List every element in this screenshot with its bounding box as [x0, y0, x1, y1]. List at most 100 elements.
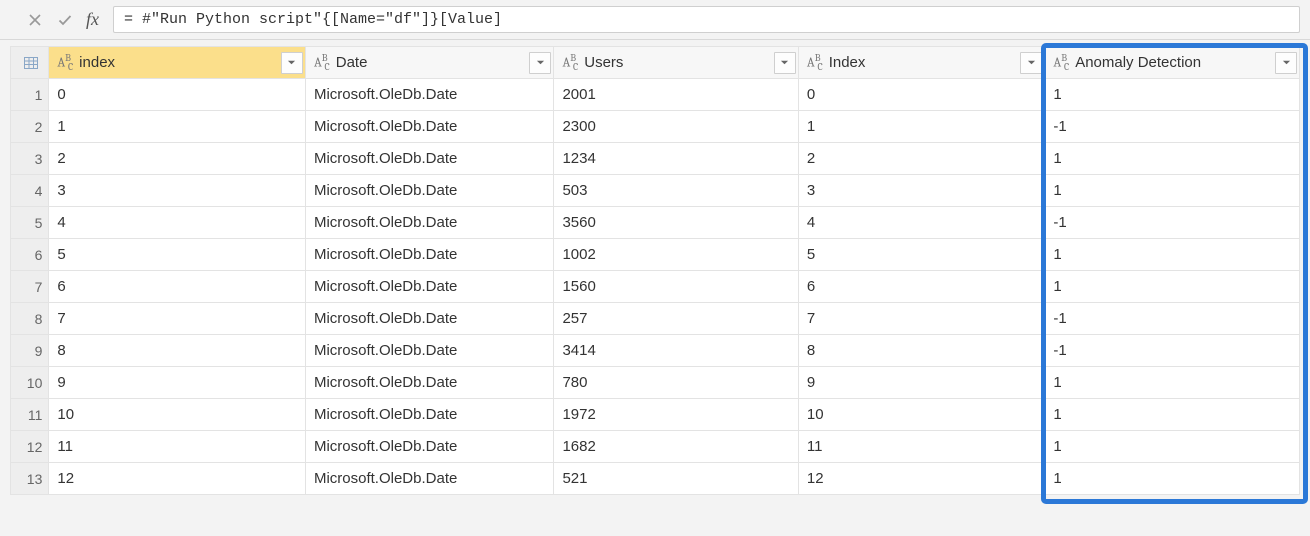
row-number[interactable]: 8	[11, 303, 49, 335]
cell-index_lc[interactable]: 2	[49, 143, 306, 175]
cell-users[interactable]: 780	[554, 367, 798, 399]
row-number[interactable]: 9	[11, 335, 49, 367]
table-row[interactable]: 65Microsoft.OleDb.Date100251	[11, 239, 1300, 271]
cell-index_lc[interactable]: 3	[49, 175, 306, 207]
cell-index_uc[interactable]: 0	[798, 79, 1044, 111]
cell-date[interactable]: Microsoft.OleDb.Date	[305, 239, 554, 271]
cell-users[interactable]: 1234	[554, 143, 798, 175]
cell-index_lc[interactable]: 10	[49, 399, 306, 431]
table-row[interactable]: 43Microsoft.OleDb.Date50331	[11, 175, 1300, 207]
cell-index_uc[interactable]: 4	[798, 207, 1044, 239]
column-header-index-cap[interactable]: ABC Index	[798, 47, 1044, 79]
formula-input[interactable]: = #"Run Python script"{[Name="df"]}[Valu…	[113, 6, 1300, 33]
column-header-date[interactable]: ABC Date	[305, 47, 554, 79]
cell-anomaly[interactable]: 1	[1045, 399, 1300, 431]
row-number[interactable]: 1	[11, 79, 49, 111]
column-filter-dropdown[interactable]	[529, 52, 551, 74]
table-row[interactable]: 109Microsoft.OleDb.Date78091	[11, 367, 1300, 399]
cell-users[interactable]: 1560	[554, 271, 798, 303]
column-filter-dropdown[interactable]	[1275, 52, 1297, 74]
cell-index_uc[interactable]: 3	[798, 175, 1044, 207]
column-filter-dropdown[interactable]	[1020, 52, 1042, 74]
cell-date[interactable]: Microsoft.OleDb.Date	[305, 463, 554, 495]
column-filter-dropdown[interactable]	[774, 52, 796, 74]
table-row[interactable]: 1110Microsoft.OleDb.Date1972101	[11, 399, 1300, 431]
table-row[interactable]: 76Microsoft.OleDb.Date156061	[11, 271, 1300, 303]
cell-index_uc[interactable]: 2	[798, 143, 1044, 175]
row-number[interactable]: 6	[11, 239, 49, 271]
table-corner[interactable]	[11, 47, 49, 79]
cell-users[interactable]: 3414	[554, 335, 798, 367]
row-number[interactable]: 10	[11, 367, 49, 399]
column-header-users[interactable]: ABC Users	[554, 47, 798, 79]
table-row[interactable]: 32Microsoft.OleDb.Date123421	[11, 143, 1300, 175]
row-number[interactable]: 4	[11, 175, 49, 207]
cell-date[interactable]: Microsoft.OleDb.Date	[305, 335, 554, 367]
cell-index_uc[interactable]: 11	[798, 431, 1044, 463]
row-number[interactable]: 12	[11, 431, 49, 463]
cell-anomaly[interactable]: -1	[1045, 111, 1300, 143]
table-row[interactable]: 1312Microsoft.OleDb.Date521121	[11, 463, 1300, 495]
cell-date[interactable]: Microsoft.OleDb.Date	[305, 431, 554, 463]
cell-index_uc[interactable]: 1	[798, 111, 1044, 143]
cell-index_uc[interactable]: 12	[798, 463, 1044, 495]
cell-index_uc[interactable]: 7	[798, 303, 1044, 335]
cell-date[interactable]: Microsoft.OleDb.Date	[305, 111, 554, 143]
row-number[interactable]: 2	[11, 111, 49, 143]
table-row[interactable]: 21Microsoft.OleDb.Date23001-1	[11, 111, 1300, 143]
cell-anomaly[interactable]: 1	[1045, 143, 1300, 175]
cell-date[interactable]: Microsoft.OleDb.Date	[305, 399, 554, 431]
cell-index_lc[interactable]: 11	[49, 431, 306, 463]
cell-users[interactable]: 1972	[554, 399, 798, 431]
cell-users[interactable]: 503	[554, 175, 798, 207]
cell-users[interactable]: 1682	[554, 431, 798, 463]
cell-index_uc[interactable]: 8	[798, 335, 1044, 367]
column-header-anomaly[interactable]: ABC Anomaly Detection	[1045, 47, 1300, 79]
cell-index_lc[interactable]: 0	[49, 79, 306, 111]
column-filter-dropdown[interactable]	[281, 52, 303, 74]
cell-index_uc[interactable]: 5	[798, 239, 1044, 271]
row-number[interactable]: 3	[11, 143, 49, 175]
cell-anomaly[interactable]: -1	[1045, 335, 1300, 367]
cell-anomaly[interactable]: 1	[1045, 367, 1300, 399]
cell-index_lc[interactable]: 5	[49, 239, 306, 271]
cell-anomaly[interactable]: 1	[1045, 271, 1300, 303]
accept-formula-button[interactable]	[50, 6, 80, 33]
cell-date[interactable]: Microsoft.OleDb.Date	[305, 79, 554, 111]
row-number[interactable]: 13	[11, 463, 49, 495]
cell-index_lc[interactable]: 1	[49, 111, 306, 143]
cell-anomaly[interactable]: 1	[1045, 431, 1300, 463]
column-header-index[interactable]: ABC index	[49, 47, 306, 79]
cell-index_lc[interactable]: 9	[49, 367, 306, 399]
cell-anomaly[interactable]: 1	[1045, 79, 1300, 111]
table-row[interactable]: 1211Microsoft.OleDb.Date1682111	[11, 431, 1300, 463]
table-row[interactable]: 87Microsoft.OleDb.Date2577-1	[11, 303, 1300, 335]
table-row[interactable]: 54Microsoft.OleDb.Date35604-1	[11, 207, 1300, 239]
cell-anomaly[interactable]: 1	[1045, 239, 1300, 271]
cell-anomaly[interactable]: 1	[1045, 175, 1300, 207]
cell-index_lc[interactable]: 8	[49, 335, 306, 367]
cell-date[interactable]: Microsoft.OleDb.Date	[305, 303, 554, 335]
table-row[interactable]: 10Microsoft.OleDb.Date200101	[11, 79, 1300, 111]
cell-users[interactable]: 257	[554, 303, 798, 335]
cell-date[interactable]: Microsoft.OleDb.Date	[305, 207, 554, 239]
cancel-formula-button[interactable]	[20, 6, 50, 33]
cell-users[interactable]: 2001	[554, 79, 798, 111]
cell-index_uc[interactable]: 9	[798, 367, 1044, 399]
row-number[interactable]: 11	[11, 399, 49, 431]
table-row[interactable]: 98Microsoft.OleDb.Date34148-1	[11, 335, 1300, 367]
cell-index_lc[interactable]: 12	[49, 463, 306, 495]
cell-index_lc[interactable]: 6	[49, 271, 306, 303]
cell-index_lc[interactable]: 4	[49, 207, 306, 239]
cell-users[interactable]: 2300	[554, 111, 798, 143]
cell-index_lc[interactable]: 7	[49, 303, 306, 335]
cell-date[interactable]: Microsoft.OleDb.Date	[305, 175, 554, 207]
cell-anomaly[interactable]: 1	[1045, 463, 1300, 495]
cell-index_uc[interactable]: 10	[798, 399, 1044, 431]
cell-anomaly[interactable]: -1	[1045, 303, 1300, 335]
row-number[interactable]: 7	[11, 271, 49, 303]
cell-users[interactable]: 1002	[554, 239, 798, 271]
cell-users[interactable]: 521	[554, 463, 798, 495]
cell-index_uc[interactable]: 6	[798, 271, 1044, 303]
cell-date[interactable]: Microsoft.OleDb.Date	[305, 143, 554, 175]
